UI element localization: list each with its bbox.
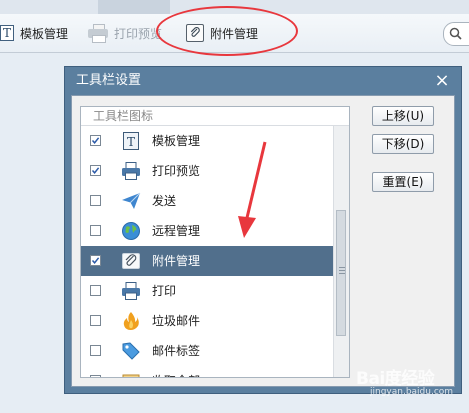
close-icon[interactable]: × xyxy=(433,72,451,90)
list-item-selected[interactable]: 附件管理 xyxy=(81,246,333,276)
search-icon xyxy=(449,27,462,40)
list-item[interactable]: 收取全部 xyxy=(81,366,333,377)
list-item[interactable]: 垃圾邮件 xyxy=(81,306,333,336)
watermark: Bai度经验 jingyan.baidu.com xyxy=(356,364,466,410)
list-item-label: 模板管理 xyxy=(152,134,201,148)
checkbox[interactable] xyxy=(90,315,101,326)
dialog-body: 工具栏图标 T 模板管理 打印预览 发送 远程管理 附件管理 打印 垃圾邮件 邮… xyxy=(71,95,455,387)
checkbox[interactable] xyxy=(90,285,101,296)
list-item-label: 附件管理 xyxy=(152,254,201,268)
toolbar-icon-list: 工具栏图标 T 模板管理 打印预览 发送 远程管理 附件管理 打印 垃圾邮件 邮… xyxy=(80,106,350,378)
print-preview-label: 打印预览 xyxy=(114,26,163,41)
checkbox[interactable] xyxy=(90,195,101,206)
tab-stub[interactable] xyxy=(98,0,170,14)
list-item-label: 邮件标签 xyxy=(152,344,201,358)
list-items: T 模板管理 打印预览 发送 远程管理 附件管理 打印 垃圾邮件 邮件标签 xyxy=(81,126,333,377)
move-up-button[interactable]: 上移(U) xyxy=(372,106,434,126)
list-item-label: 垃圾邮件 xyxy=(152,314,201,328)
list-item[interactable]: 发送 xyxy=(81,186,333,216)
printer-icon xyxy=(121,161,141,181)
watermark-domain: jingyan.baidu.com xyxy=(370,387,454,397)
checkbox[interactable] xyxy=(90,135,101,146)
list-scrollbar[interactable] xyxy=(333,126,349,377)
list-item[interactable]: 远程管理 xyxy=(81,216,333,246)
list-item[interactable]: 打印预览 xyxy=(81,156,333,186)
move-down-button[interactable]: 下移(D) xyxy=(372,134,434,154)
list-item-label: 打印预览 xyxy=(152,164,201,178)
svg-text:T: T xyxy=(127,135,135,149)
checkbox[interactable] xyxy=(90,165,101,176)
globe-icon xyxy=(121,221,141,241)
list-item-label: 收取全部 xyxy=(152,366,200,377)
list-item-label: 发送 xyxy=(152,194,177,208)
list-item[interactable]: 打印 xyxy=(81,276,333,306)
checkbox[interactable] xyxy=(90,345,101,356)
checkbox[interactable] xyxy=(90,255,101,266)
template-icon: T xyxy=(121,131,141,151)
search-input[interactable] xyxy=(443,22,469,46)
template-icon: T xyxy=(0,25,14,41)
dialog-title: 工具栏设置 xyxy=(76,73,142,88)
tag-icon xyxy=(121,341,141,361)
print-preview-button[interactable]: 打印预览 xyxy=(88,21,162,45)
template-manage-label: 模板管理 xyxy=(20,26,69,41)
reset-button[interactable]: 重置(E) xyxy=(372,172,434,192)
checkbox[interactable] xyxy=(90,225,101,236)
flame-icon xyxy=(121,311,141,331)
watermark-brand: Bai度经验 xyxy=(356,369,435,389)
list-item-label: 远程管理 xyxy=(152,224,201,238)
list-item[interactable]: 邮件标签 xyxy=(81,336,333,366)
printer-icon xyxy=(121,281,141,301)
list-item[interactable]: T 模板管理 xyxy=(81,126,333,156)
paperclip-icon xyxy=(121,251,141,271)
list-item-label: 打印 xyxy=(152,284,177,298)
inbox-icon xyxy=(121,371,141,377)
annotation-ellipse xyxy=(156,6,298,56)
paper-plane-icon xyxy=(121,191,141,211)
grip-icon xyxy=(339,267,345,276)
printer-icon xyxy=(88,24,108,43)
scroll-thumb[interactable] xyxy=(336,210,346,336)
annotation-arrow xyxy=(238,141,267,238)
list-header: 工具栏图标 xyxy=(81,107,349,126)
checkbox[interactable] xyxy=(90,375,101,377)
template-manage-button[interactable]: T 模板管理 xyxy=(0,21,68,45)
